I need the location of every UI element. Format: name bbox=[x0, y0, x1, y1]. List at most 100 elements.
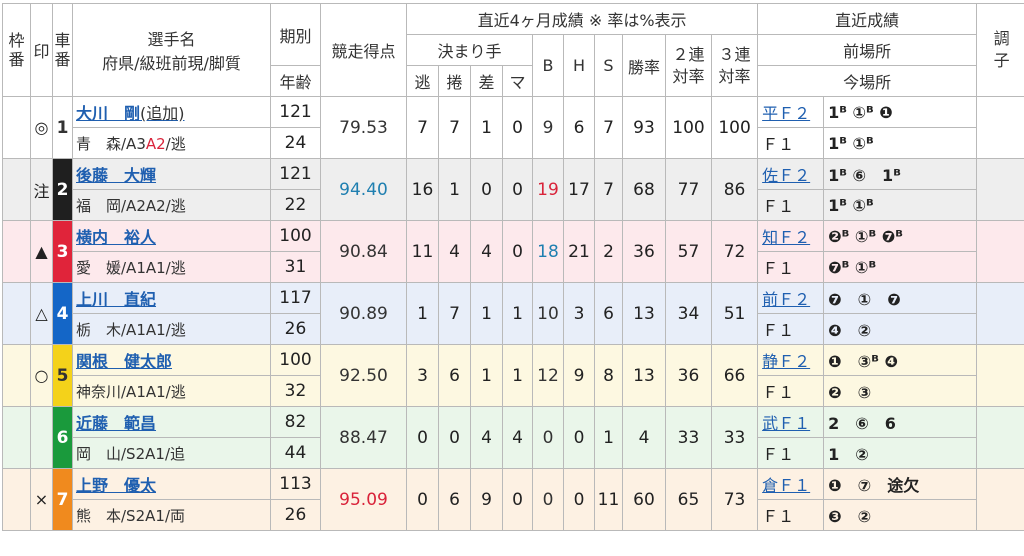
h-count: 0 bbox=[563, 468, 595, 531]
kimarite-mark: 0 bbox=[502, 468, 533, 531]
top3-rate: 33 bbox=[710, 406, 759, 469]
mark-cell: × bbox=[30, 468, 53, 531]
player-name[interactable]: 上川 直紀 bbox=[76, 290, 156, 309]
b-count: 0 bbox=[532, 468, 564, 531]
player-name[interactable]: 横内 裕人 bbox=[76, 228, 156, 247]
kimarite-nige: 1 bbox=[406, 282, 439, 345]
class-now: A1 bbox=[145, 258, 166, 277]
header-prev: 前場所 bbox=[757, 34, 978, 66]
age-cell: 32 bbox=[270, 375, 321, 407]
frame-cell bbox=[2, 220, 31, 283]
header-4month: 直近4ヶ月成績 ※ 率は%表示 bbox=[405, 3, 759, 35]
entry-row: 6 近藤 範昌 82 88.47 0 0 4 4 0 0 1 4 33 33 武Ｆ１ 2 ⑥ 6 bbox=[2, 406, 1024, 469]
player-name[interactable]: 大川 剛 bbox=[76, 104, 140, 123]
kimarite-mark: 0 bbox=[502, 220, 533, 283]
prev-venue-link[interactable]: 佐Ｆ２ bbox=[757, 158, 825, 190]
header-mark: 印 bbox=[30, 3, 53, 97]
win-rate: 13 bbox=[622, 344, 666, 407]
win-rate: 93 bbox=[622, 96, 666, 159]
player-name-link[interactable]: 上川 直紀 bbox=[72, 282, 271, 314]
player-name-link[interactable]: 後藤 大輝 bbox=[72, 158, 271, 190]
h-count: 3 bbox=[563, 282, 595, 345]
kimarite-nige: 0 bbox=[406, 406, 439, 469]
car-number-badge: 2 bbox=[52, 158, 73, 221]
kimarite-makuri: 7 bbox=[438, 96, 471, 159]
age-cell: 26 bbox=[270, 313, 321, 345]
player-name-link[interactable]: 上野 優太 bbox=[72, 468, 271, 500]
term-cell: 82 bbox=[270, 406, 321, 438]
cur-results: 1ᴮ ①ᴮ bbox=[823, 127, 978, 159]
header-k3: 差 bbox=[470, 65, 503, 97]
cur-venue: Ｆ１ bbox=[757, 251, 825, 283]
h-count: 0 bbox=[563, 406, 595, 469]
prev-results: 2 ⑥ 6 bbox=[823, 406, 978, 438]
top3-rate: 66 bbox=[710, 344, 759, 407]
entry-row: ◎ 1 大川 剛(追加) 121 79.53 7 7 1 0 9 6 7 93 100 100 平Ｆ２ 1ᴮ ①… bbox=[2, 96, 1024, 159]
kimarite-nige: 16 bbox=[406, 158, 439, 221]
cur-venue: Ｆ１ bbox=[757, 499, 825, 531]
kimarite-nige: 3 bbox=[406, 344, 439, 407]
kimarite-sashi: 1 bbox=[470, 282, 503, 345]
kimarite-sashi: 0 bbox=[470, 158, 503, 221]
header-player: 選手名 府県/級班前現/脚質 bbox=[72, 3, 271, 97]
class-now: A1 bbox=[145, 320, 166, 339]
condition-cell bbox=[976, 158, 1024, 221]
win-rate: 13 bbox=[622, 282, 666, 345]
player-name-link[interactable]: 関根 健太郎 bbox=[72, 344, 271, 376]
condition-cell bbox=[976, 344, 1024, 407]
score-cell: 92.50 bbox=[320, 344, 407, 407]
player-name[interactable]: 上野 優太 bbox=[76, 476, 156, 495]
top2-rate: 57 bbox=[665, 220, 712, 283]
kimarite-mark: 0 bbox=[502, 96, 533, 159]
condition-cell bbox=[976, 282, 1024, 345]
kimarite-sashi: 9 bbox=[470, 468, 503, 531]
score-cell: 95.09 bbox=[320, 468, 407, 531]
header-ren3: ３連対率 bbox=[710, 34, 759, 97]
player-name-link[interactable]: 大川 剛(追加) bbox=[72, 96, 271, 128]
header-recent: 直近成績 bbox=[757, 3, 978, 35]
prev-venue-link[interactable]: 前Ｆ２ bbox=[757, 282, 825, 314]
player-name[interactable]: 近藤 範昌 bbox=[76, 414, 156, 433]
class-now: A1 bbox=[145, 506, 165, 525]
prev-venue-link[interactable]: 倉Ｆ１ bbox=[757, 468, 825, 500]
kimarite-nige: 7 bbox=[406, 96, 439, 159]
header-kimarite: 決まり手 bbox=[406, 34, 533, 66]
player-name-link[interactable]: 横内 裕人 bbox=[72, 220, 271, 252]
b-count: 12 bbox=[532, 344, 564, 407]
condition-cell bbox=[976, 468, 1024, 531]
top3-rate: 73 bbox=[710, 468, 759, 531]
player-name-link[interactable]: 近藤 範昌 bbox=[72, 406, 271, 438]
prev-venue-link[interactable]: 静Ｆ２ bbox=[757, 344, 825, 376]
kimarite-makuri: 6 bbox=[438, 468, 471, 531]
prev-venue-link[interactable]: 知Ｆ２ bbox=[757, 220, 825, 252]
top2-rate: 100 bbox=[665, 96, 712, 159]
prev-venue-link[interactable]: 平Ｆ２ bbox=[757, 96, 825, 128]
player-name[interactable]: 関根 健太郎 bbox=[76, 352, 172, 371]
prev-results: 1ᴮ ⑥ 1ᴮ bbox=[823, 158, 978, 190]
header-ren2: ２連対率 bbox=[665, 34, 712, 97]
top2-rate: 65 bbox=[665, 468, 712, 531]
win-rate: 36 bbox=[622, 220, 666, 283]
car-number-badge: 5 bbox=[52, 344, 73, 407]
mark-cell: ○ bbox=[30, 344, 53, 407]
age-cell: 44 bbox=[270, 437, 321, 469]
entry-row: × 7 上野 優太 113 95.09 0 6 9 0 0 0 11 60 65 73 倉Ｆ１ ❶ ⑦ 途欠 bbox=[2, 468, 1024, 531]
kimarite-makuri: 4 bbox=[438, 220, 471, 283]
mark-cell: 注 bbox=[30, 158, 53, 221]
kimarite-sashi: 1 bbox=[470, 96, 503, 159]
class-now: A2 bbox=[145, 196, 166, 215]
term-cell: 113 bbox=[270, 468, 321, 500]
win-rate: 4 bbox=[622, 406, 666, 469]
top3-rate: 100 bbox=[710, 96, 759, 159]
cur-venue: Ｆ１ bbox=[757, 375, 825, 407]
entry-row: △ 4 上川 直紀 117 90.89 1 7 1 1 10 3 6 13 34 51 前Ｆ２ ❼ ① ❼ bbox=[2, 282, 1024, 345]
player-name[interactable]: 後藤 大輝 bbox=[76, 166, 156, 185]
prev-venue-link[interactable]: 武Ｆ１ bbox=[757, 406, 825, 438]
player-prefecture: 岡 山/S2A1/追 bbox=[72, 437, 271, 469]
top3-rate: 72 bbox=[710, 220, 759, 283]
top2-rate: 36 bbox=[665, 344, 712, 407]
car-number-badge: 1 bbox=[52, 96, 73, 159]
entry-row: 注 2 後藤 大輝 121 94.40 16 1 0 0 19 17 7 68 77 86 佐Ｆ２ 1ᴮ ⑥ 1… bbox=[2, 158, 1024, 221]
frame-cell bbox=[2, 344, 31, 407]
term-cell: 100 bbox=[270, 220, 321, 252]
